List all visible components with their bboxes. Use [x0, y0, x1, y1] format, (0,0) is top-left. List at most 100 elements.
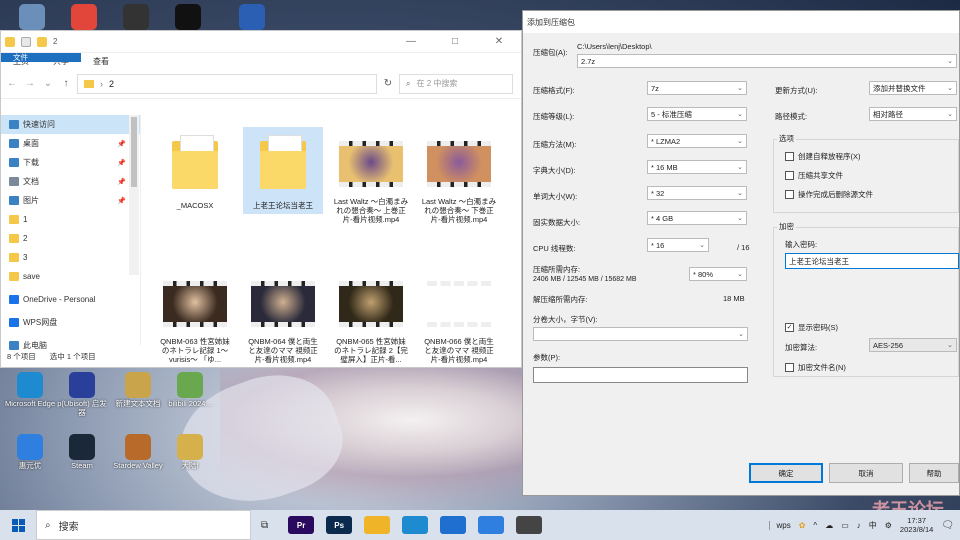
sfx-checkbox[interactable]: 创建自释放程序(X)	[785, 151, 861, 162]
desktop-icon[interactable]: 新建文本文档	[112, 372, 164, 409]
encrypt-names-checkbox[interactable]: 加密文件名(N)	[785, 362, 846, 373]
wps-label[interactable]: wps	[769, 520, 791, 530]
desktop-icon[interactable]: 大陆!	[164, 434, 216, 471]
desktop-icon[interactable]	[6, 4, 58, 32]
checkbox-box[interactable]	[785, 152, 794, 161]
desktop-icon[interactable]	[58, 4, 110, 32]
password-input[interactable]: 上老王论坛当老王	[785, 253, 959, 269]
maximize-button[interactable]: □	[433, 36, 477, 47]
desktop-icon[interactable]: p(Ubisoft) 启发器	[56, 372, 108, 417]
add-to-archive-dialog[interactable]: 添加到压缩包 压缩包(A): C:\Users\lenj\Desktop\ 2.…	[522, 10, 960, 496]
archive-name-field[interactable]: 2.7z ⌄	[577, 54, 957, 68]
taskbar-app-icon[interactable]	[364, 516, 391, 534]
sidebar-item[interactable]: 1	[1, 210, 140, 229]
search-input[interactable]: ⌕ 在 2 中搜索	[399, 73, 513, 94]
path-segment[interactable]: 2	[109, 79, 114, 89]
desktop-icon[interactable]	[162, 4, 214, 32]
file-item[interactable]: 上老王论坛当老王	[243, 127, 323, 214]
back-arrow-icon[interactable]: ←	[5, 78, 19, 89]
minimize-button[interactable]: —	[389, 36, 433, 47]
sidebar-item[interactable]: 图片 📌	[1, 191, 140, 210]
taskbar-app-icon[interactable]	[402, 516, 429, 534]
sidebar-item[interactable]: WPS网盘	[1, 313, 140, 332]
enc-method-select[interactable]: AES-256 ⌄	[869, 338, 957, 352]
sidebar-item[interactable]: 3	[1, 248, 140, 267]
new-folder-icon[interactable]	[37, 36, 47, 47]
file-explorer-window[interactable]: 2 — □ ✕ 文件 主页 共享 查看 ← → ⌄ ↑ › 2 ↻ ⌕ 在 2 …	[0, 30, 522, 368]
taskbar-app-icon[interactable]	[516, 516, 543, 534]
taskbar-app-icon[interactable]: Ps	[326, 516, 353, 534]
sidebar-item[interactable]: save	[1, 267, 140, 286]
explorer-titlebar[interactable]: 2 — □ ✕	[1, 31, 521, 53]
format-select[interactable]: 7z ⌄	[647, 81, 747, 95]
sidebar-item[interactable]: 下载 📌	[1, 153, 140, 172]
file-item[interactable]: Last Waltz ～白濁まみれの懇合奏～ 上巻正片-看片视频.mp4	[331, 127, 411, 228]
clock[interactable]: 17:37 2023/8/14	[900, 516, 933, 534]
properties-icon[interactable]	[21, 36, 31, 47]
checkbox-box[interactable]	[785, 171, 794, 180]
checkbox-box[interactable]	[785, 190, 794, 199]
cancel-button[interactable]: 取消	[829, 463, 903, 483]
desktop-icon[interactable]: Steam	[56, 434, 108, 471]
tray-app-icon[interactable]: ✿	[799, 521, 806, 530]
word-select[interactable]: * 32 ⌄	[647, 186, 747, 200]
ime-indicator[interactable]: 中	[869, 520, 877, 531]
volume-icon[interactable]: ♪	[857, 521, 861, 530]
cpu-select[interactable]: * 16 ⌄	[647, 238, 709, 252]
up-arrow-icon[interactable]: ↑	[59, 78, 73, 89]
sidebar-item[interactable]: 2	[1, 229, 140, 248]
mem-select[interactable]: * 80% ⌄	[689, 267, 747, 281]
ok-button[interactable]: 确定	[749, 463, 823, 483]
desktop-icon[interactable]: 惠元优	[4, 434, 56, 471]
taskbar-app-icon[interactable]	[440, 516, 467, 534]
network-icon[interactable]: ▭	[841, 521, 849, 530]
cloud-icon[interactable]: ☁	[825, 521, 833, 530]
desktop-icon[interactable]: bilibili 2024...	[164, 372, 216, 409]
ime-settings-icon[interactable]: ⚙	[885, 521, 892, 530]
tab-file[interactable]: 文件	[1, 53, 81, 62]
sidebar-item-label: 桌面	[23, 139, 39, 148]
split-select[interactable]: ⌄	[533, 327, 748, 341]
level-select[interactable]: 5 - 标准压缩 ⌄	[647, 107, 747, 121]
sidebar-scrollbar[interactable]	[129, 115, 139, 275]
sidebar-item[interactable]: 快速访问	[1, 115, 140, 134]
params-input[interactable]	[533, 367, 748, 383]
check-icon[interactable]: ✓	[785, 323, 794, 332]
sidebar-item[interactable]: OneDrive - Personal	[1, 290, 140, 309]
scroll-thumb[interactable]	[131, 117, 137, 187]
sidebar-item[interactable]: 文档 📌	[1, 172, 140, 191]
shared-checkbox[interactable]: 压缩共享文件	[785, 170, 843, 181]
delete-checkbox[interactable]: 操作完成后删除源文件	[785, 189, 873, 200]
sidebar-item-label: 1	[23, 215, 28, 224]
file-item[interactable]: _MACOSX	[155, 127, 235, 214]
path-mode-select[interactable]: 相对路径 ⌄	[869, 107, 957, 121]
taskbar-search[interactable]: ⌕ 搜索	[36, 510, 251, 540]
app2-icon	[17, 434, 43, 460]
desktop-icon[interactable]: Microsoft Edge	[4, 372, 56, 409]
update-select[interactable]: 添加并替换文件 ⌄	[869, 81, 957, 95]
checkbox-box[interactable]	[785, 363, 794, 372]
taskbar-app-icon[interactable]: Pr	[288, 516, 315, 534]
chevron-up-icon[interactable]: ^	[813, 521, 817, 530]
method-select[interactable]: * LZMA2 ⌄	[647, 134, 747, 148]
sidebar-item[interactable]: 桌面 📌	[1, 134, 140, 153]
dict-select[interactable]: * 16 MB ⌄	[647, 160, 747, 174]
pin-icon: 📌	[117, 178, 126, 186]
forward-arrow-icon[interactable]: →	[23, 78, 37, 89]
desktop-icon[interactable]	[110, 4, 162, 32]
close-button[interactable]: ✕	[477, 36, 521, 47]
taskbar-app-icon[interactable]	[478, 516, 505, 534]
task-view-icon[interactable]: ⧉	[261, 520, 268, 531]
address-bar[interactable]: › 2	[77, 73, 377, 94]
notification-icon[interactable]: 🗨	[941, 520, 954, 531]
desktop-icon[interactable]: Stardew Valley	[112, 434, 164, 471]
solid-select[interactable]: * 4 GB ⌄	[647, 211, 747, 225]
start-button[interactable]	[0, 510, 36, 540]
refresh-icon[interactable]: ↻	[381, 78, 395, 89]
file-item[interactable]: Last Waltz ～白濁まみれの懇合奏～ 下巻正片-看片视频.mp4	[419, 127, 499, 228]
help-button[interactable]: 帮助	[909, 463, 959, 483]
desktop-icon[interactable]	[226, 4, 278, 32]
chevron-down-icon[interactable]: ⌄	[41, 78, 55, 89]
tab-view[interactable]: 查看	[81, 53, 121, 69]
show-password-checkbox[interactable]: ✓ 显示密码(S)	[785, 322, 838, 333]
